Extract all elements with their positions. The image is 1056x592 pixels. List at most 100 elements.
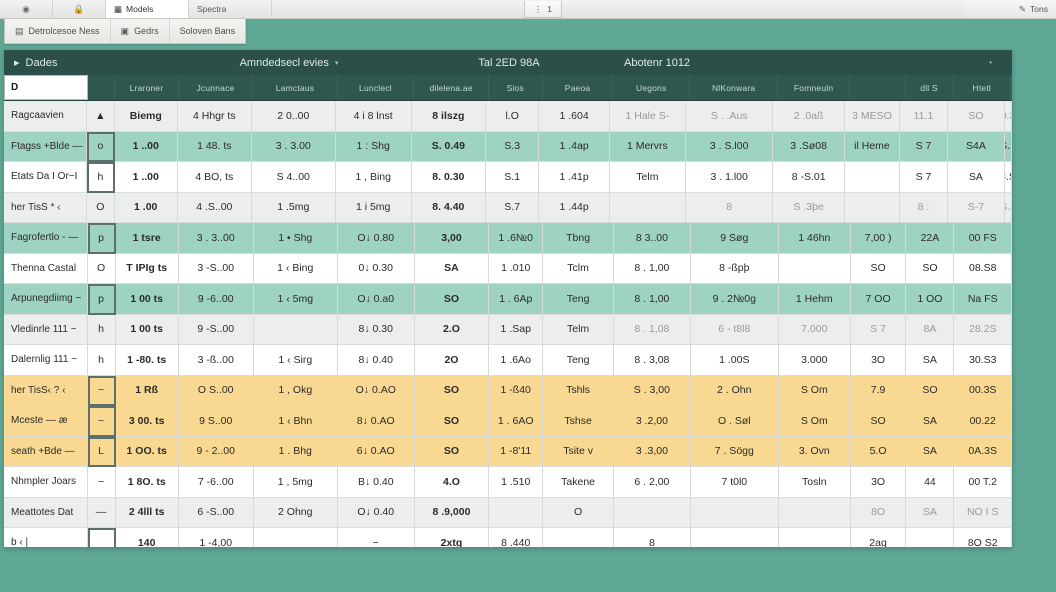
row-label[interactable]: Etats Da I Or−I <box>4 162 87 193</box>
grid-body[interactable]: Ragcaavien ▲ Biemg 4 Hhgr ts 2 0..00 4 i 8 ln… <box>4 101 1012 547</box>
row-select-cell[interactable]: h <box>86 162 115 193</box>
column-header-9[interactable]: Uegons <box>613 75 691 100</box>
cell: il Heme <box>844 131 901 162</box>
row-label[interactable]: b ‹ | <box>4 528 88 547</box>
cell <box>779 528 851 547</box>
table-row[interactable]: Ragcaavien ▲ Biemg 4 Hhgr ts 2 0..00 4 i 8 ln… <box>4 101 1012 132</box>
column-header-6[interactable]: dilelena.ae <box>414 75 489 100</box>
column-header-10[interactable]: NlKonwara <box>690 75 779 100</box>
row-select-cell[interactable]: O <box>87 253 116 284</box>
column-header-3[interactable]: Jcunnace <box>179 75 254 100</box>
table-row[interactable]: b ‹ | 140 1 -4,00 −2xtg 8 .440 8 2ag 8O S2 <box>4 528 1012 547</box>
row-label[interactable]: Meattotes Dat <box>4 497 88 528</box>
toolbar-item-0[interactable]: ▤ Detrolcesoe Ness <box>5 19 111 43</box>
row-label[interactable]: her TisS‹ ? ‹ <box>4 375 88 406</box>
column-header-11[interactable]: Fomneuln <box>778 75 851 100</box>
pen-icon: ✎ <box>1018 3 1027 14</box>
column-header-7[interactable]: Sios <box>489 75 543 100</box>
row-label[interactable]: Thenna Castal <box>4 253 88 284</box>
table-row[interactable]: her TisS * ‹ O 1 .00 4 .S..00 1 .5mg 1 i 5mg 8… <box>4 192 1012 223</box>
cell: Telm <box>609 162 686 193</box>
table-row[interactable]: Etats Da I Or−I h 1 ..00 4 BO, ts S 4..00 1 ,… <box>4 162 1012 193</box>
table-row[interactable]: Ftagss +Blde — o 1 ..00 1 48. ts 3 . 3.00 1 :… <box>4 131 1012 162</box>
row-select-cell[interactable] <box>87 528 116 547</box>
cell: 1 -4,00 <box>179 528 254 547</box>
cell: 1 Mervrs <box>609 131 686 162</box>
row-label[interactable]: her TisS * ‹ <box>4 192 87 223</box>
overflow-dot-icon[interactable]: • <box>989 58 992 67</box>
cell: SO <box>414 406 490 437</box>
table-row[interactable]: seath +Bde — L 1 OO. ts 9 - 2..00 1 . Bhg 6↓ … <box>4 436 1012 467</box>
row-select-cell[interactable]: ~ <box>87 375 116 406</box>
grid-filter-input[interactable]: D <box>4 75 88 100</box>
toolbar-item-2[interactable]: Soloven Bans <box>170 19 246 43</box>
row-label[interactable]: Arpunegdiimg ~ <box>4 284 88 315</box>
column-header-5[interactable]: Lunclecl <box>338 75 415 100</box>
browser-tab-0[interactable]: ▦ Models <box>106 0 189 18</box>
cell: 2 4lll ts <box>115 497 179 528</box>
address-field[interactable]: ⋮ 1 <box>523 1 562 18</box>
row-select-cell[interactable]: L <box>87 436 116 467</box>
table-row[interactable]: Dalernlig 111 ~ h 1 -80. ts 3 -ß..00 1 ‹ Sir… <box>4 345 1012 376</box>
row-label[interactable]: Fagrofertlo - — <box>4 223 88 254</box>
cell: 8 . 1,00 <box>614 253 691 284</box>
cell <box>489 497 544 528</box>
table-row[interactable]: Mceste — æ ~3 00. ts 9 S..00 1 ‹ Bhn 8↓ 0.AO… <box>4 406 1012 437</box>
band-segment-2[interactable]: Tal 2ED 98A <box>404 57 614 69</box>
back-arrow-icon[interactable]: ◉ <box>0 0 53 18</box>
browser-tab-1[interactable]: Spectra <box>189 0 272 18</box>
cell <box>253 314 338 345</box>
table-row[interactable]: her TisS‹ ? ‹ ~1 Rß O S..00 1 , Okg O↓ 0.AO S… <box>4 375 1012 406</box>
cell: S4A <box>947 131 1006 162</box>
cell: 1 .510 <box>489 467 544 498</box>
column-header-1[interactable] <box>88 75 116 100</box>
cell: 8 . 1,08 <box>614 314 691 345</box>
toolbar-item-1[interactable]: ▣ Gedrs <box>111 19 170 43</box>
column-header-13[interactable]: dll S <box>906 75 954 100</box>
cell: 1 ‹ Bhn <box>253 406 338 437</box>
table-row[interactable]: Nhmpler Joars −1 8O. ts 7 -6..00 1 , 5mg B↓ … <box>4 467 1012 498</box>
row-label[interactable]: Mceste — æ <box>4 406 88 437</box>
row-label[interactable]: seath +Bde — <box>4 436 88 467</box>
cell: SO <box>947 101 1006 132</box>
row-select-cell[interactable]: ▲ <box>86 101 115 132</box>
toolbar-item-label: Detrolcesoe Ness <box>28 26 100 36</box>
row-label[interactable]: Vledinrle 111 ~ <box>4 314 88 345</box>
column-header-2[interactable]: Lraroner <box>115 75 179 100</box>
row-select-cell[interactable]: p <box>87 223 116 254</box>
band-segment-1[interactable]: Amndedsecl evies ▾ <box>174 57 404 69</box>
band-segment-0[interactable]: ▸ Dades <box>4 56 174 70</box>
cell: 1 .41p <box>539 162 610 193</box>
browser-right-button[interactable]: ✎ Tons <box>964 0 1056 18</box>
cell: 3O <box>850 345 907 376</box>
column-header-14[interactable]: Htetl <box>954 75 1011 100</box>
row-select-cell[interactable]: o <box>86 131 115 162</box>
table-row[interactable]: Meattotes Dat —2 4lll ts 6 -S..00 2 Ohng O↓ … <box>4 497 1012 528</box>
row-select-cell[interactable]: − <box>87 467 116 498</box>
row-label[interactable]: Ragcaavien <box>4 101 87 132</box>
row-select-cell[interactable]: p <box>87 284 116 315</box>
row-select-cell[interactable]: h <box>87 345 116 376</box>
lock-icon[interactable]: 🔒 <box>53 0 106 18</box>
band-label: Dades <box>25 56 58 69</box>
column-header-4[interactable]: Lamctaus <box>253 75 338 100</box>
cell: Tosln <box>778 467 851 498</box>
table-row[interactable]: Thenna Castal O T IPIg ts 3 -S..00 1 ‹ Bing 0… <box>4 253 1012 284</box>
row-label[interactable]: Ftagss +Blde — <box>4 131 87 162</box>
band-segment-3[interactable]: Abotenr 1012 • <box>614 57 1012 69</box>
row-select-cell[interactable]: h <box>87 314 116 345</box>
row-label[interactable]: Dalernlig 111 ~ <box>4 345 88 376</box>
column-header-8[interactable]: Paeoa <box>543 75 614 100</box>
column-header-12[interactable] <box>850 75 906 100</box>
table-row[interactable]: Fagrofertlo - — p 1 tsre 3 . 3..00 1 • Shg O↓… <box>4 223 1012 254</box>
table-row[interactable]: Arpunegdiimg ~ p 1 00 ts 9 -6..00 1 ‹ 5mg O↓ … <box>4 284 1012 315</box>
column-header-15[interactable]: Deri <box>1010 75 1012 100</box>
row-label[interactable]: Nhmpler Joars <box>4 467 88 498</box>
table-row[interactable]: Vledinrle 111 ~ h 1 00 ts 9 -S..00 8↓ 0.30 2.… <box>4 314 1012 345</box>
row-select-cell[interactable]: ~ <box>87 406 116 437</box>
row-select-cell[interactable]: O <box>86 192 115 223</box>
cell: S 7 <box>900 131 948 162</box>
cell <box>609 192 686 223</box>
cell: Tbng <box>543 223 615 254</box>
row-select-cell[interactable]: — <box>87 497 116 528</box>
